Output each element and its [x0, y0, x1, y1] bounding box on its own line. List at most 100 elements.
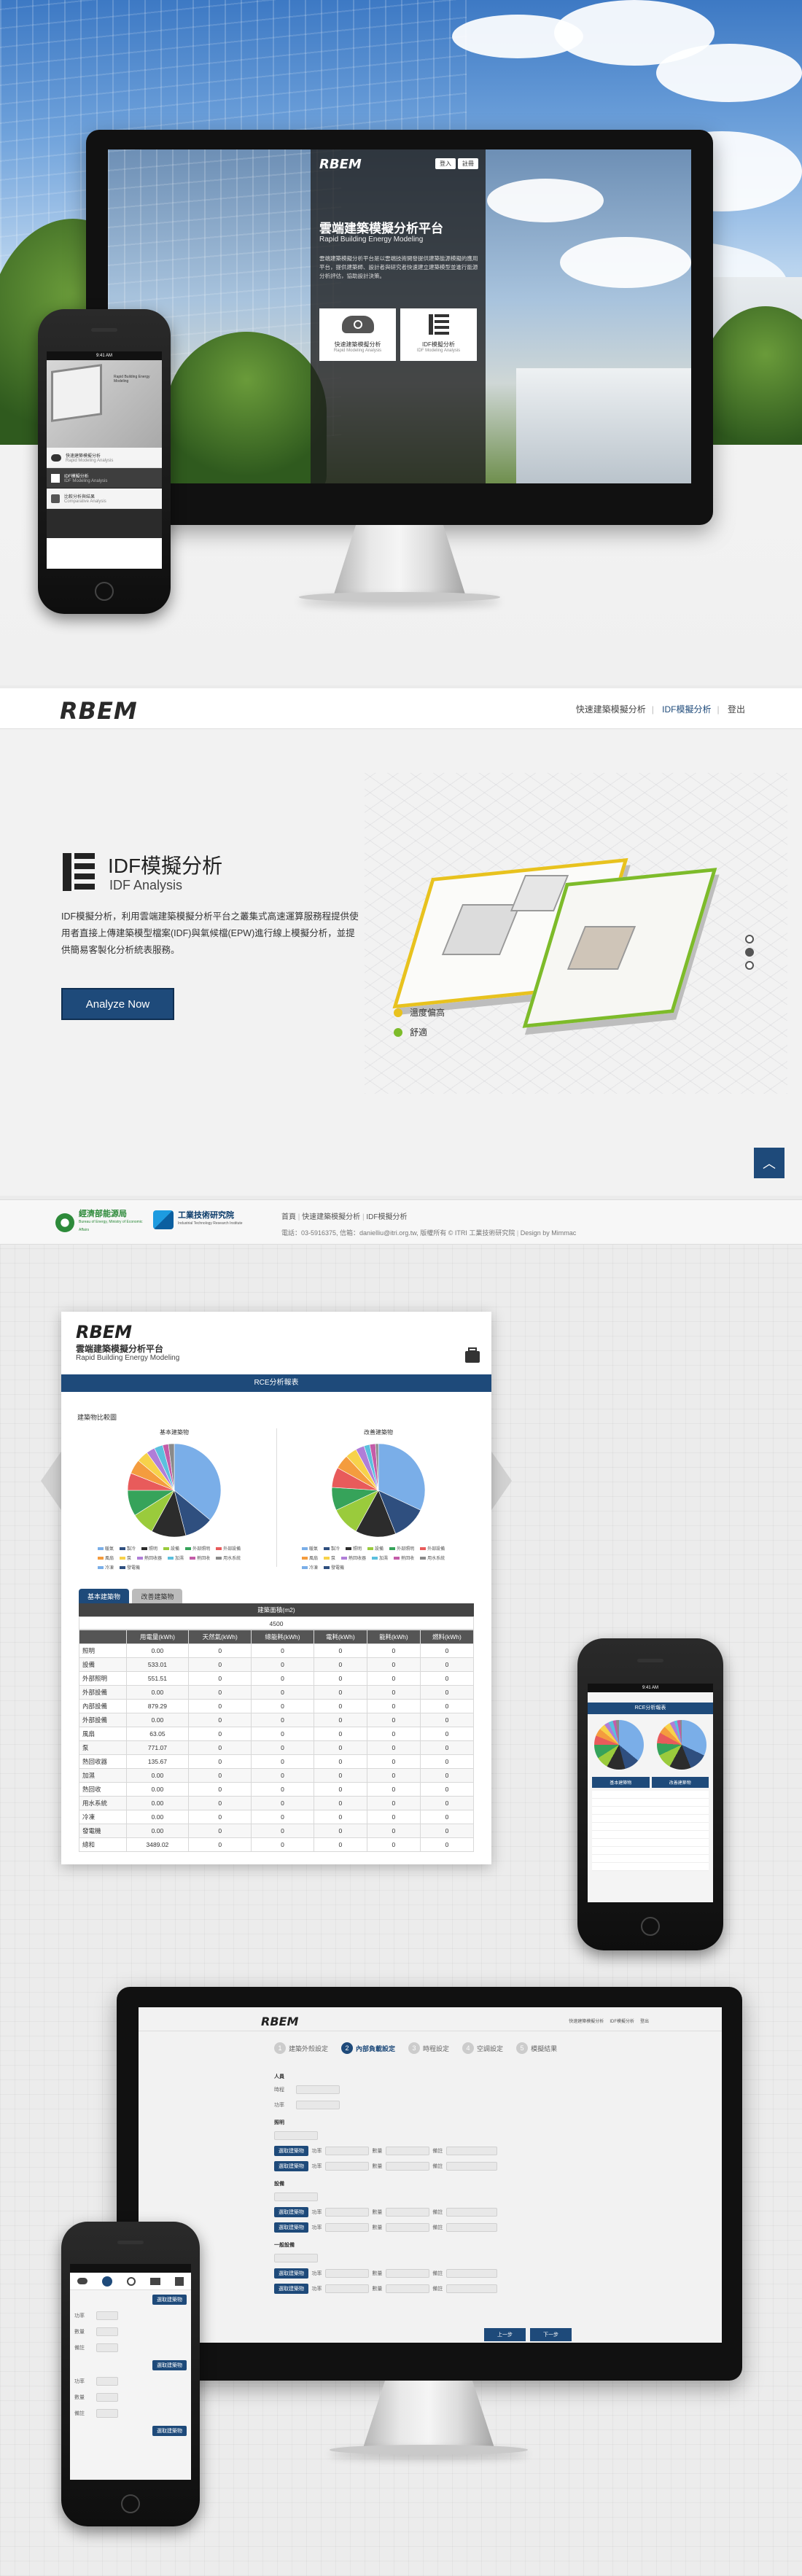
carousel-dot-active[interactable] — [745, 948, 754, 957]
org-logo-itri[interactable]: 工業技術研究院 Industrial Technology Research I… — [153, 1210, 251, 1229]
hero-lang-buttons: 登入 註冊 — [435, 158, 478, 169]
wizard-link-idf[interactable]: IDF模擬分析 — [610, 2017, 634, 2024]
pie-right-title: 改善建築物 — [364, 1429, 393, 1436]
login-button[interactable]: 登入 — [435, 158, 456, 169]
prev-step-button[interactable]: 上一步 — [484, 2328, 526, 2341]
phone-menu-item-rapid[interactable]: 快速建築模擬分析 Rapid Modeling Analysis — [47, 448, 162, 468]
field-input[interactable] — [445, 2146, 497, 2155]
select-building-button[interactable]: 選取建築物 — [274, 2160, 308, 2171]
legend-swatch — [324, 1556, 330, 1560]
field-input[interactable] — [385, 2161, 429, 2171]
hero-tile-idf[interactable]: IDF模擬分析 IDF Modeling Analysis — [400, 308, 477, 361]
field-input[interactable] — [385, 2268, 429, 2278]
wizard-link-rapid[interactable]: 快速建築模擬分析 — [569, 2017, 604, 2024]
footer-link-home[interactable]: 首頁 — [281, 1213, 296, 1221]
field-input[interactable] — [445, 2284, 497, 2293]
field-input[interactable] — [385, 2207, 429, 2217]
step-number[interactable]: 2 — [341, 2042, 354, 2054]
field-input[interactable] — [96, 2311, 118, 2320]
carousel-dot[interactable] — [745, 961, 754, 970]
report-section-label: 建築物比較圖 — [77, 1414, 117, 1421]
field-input[interactable] — [324, 2284, 369, 2293]
step-icon-active[interactable] — [102, 2276, 112, 2287]
nav-link-logout[interactable]: 登出 — [722, 704, 751, 715]
field-select[interactable] — [274, 2131, 318, 2140]
table-cell: 0 — [366, 1713, 421, 1727]
mobile-tab-basic[interactable]: 基本建築物 — [592, 1777, 650, 1788]
legend-swatch — [302, 1556, 308, 1560]
field-input[interactable] — [445, 2222, 497, 2232]
analyze-now-button[interactable]: Analyze Now — [61, 988, 174, 1020]
phone-menu-item-idf[interactable]: IDF模擬分析 IDF Modeling Analysis — [47, 468, 162, 489]
iphone-screen: 9:41 AM Rapid Building Energy Modeling 快… — [47, 351, 162, 569]
tab-improved[interactable]: 改善建築物 — [132, 1589, 183, 1604]
row-label: 泵 — [79, 1740, 127, 1755]
select-building-button[interactable]: 選取建築物 — [274, 2222, 308, 2233]
field-input[interactable] — [96, 2376, 118, 2386]
back-to-top-button[interactable]: ︿ — [754, 1148, 785, 1178]
field-input[interactable] — [324, 2207, 369, 2217]
phone-menu-item-compare[interactable]: 比較分析與結果 Comparative Analysis — [47, 489, 162, 509]
table-header-cell: 總能耗(kWh) — [251, 1630, 314, 1644]
carousel-dot[interactable] — [745, 935, 754, 943]
footer-link-idf[interactable]: IDF模擬分析 — [366, 1213, 407, 1221]
field-input[interactable] — [324, 2268, 369, 2278]
nav-link-rapid[interactable]: 快速建築模擬分析 — [570, 704, 652, 715]
result-icon[interactable] — [175, 2276, 184, 2286]
table-row: 發電機 0.00 0 0 0 0 0 — [79, 1824, 475, 1838]
slider-next-button[interactable] — [488, 1447, 512, 1514]
field-select[interactable] — [274, 2253, 318, 2262]
brand-logo[interactable]: RBEM — [60, 697, 138, 725]
field-input[interactable] — [324, 2222, 369, 2232]
tile-label: 快速建築模擬分析 — [334, 341, 381, 348]
step-label: 時程設定 — [423, 2044, 450, 2052]
field-input[interactable] — [324, 2146, 369, 2155]
table-cell: 0 — [366, 1685, 421, 1700]
step-number[interactable]: 3 — [408, 2042, 421, 2054]
field-input[interactable] — [96, 2408, 118, 2418]
cloud-icon[interactable] — [77, 2278, 87, 2284]
nav-link-idf[interactable]: IDF模擬分析 — [656, 704, 717, 715]
wizard-link-logout[interactable]: 登出 — [640, 2017, 649, 2024]
field-input[interactable] — [385, 2222, 429, 2232]
select-building-button[interactable]: 選取建築物 — [274, 2206, 308, 2217]
hero-tile-rapid[interactable]: 快速建築模擬分析 Rapid Modeling Analysis — [319, 308, 396, 361]
select-building-button[interactable]: 選取建築物 — [274, 2268, 308, 2279]
field-input[interactable] — [296, 2100, 340, 2109]
schedule-icon[interactable] — [127, 2276, 136, 2286]
register-button[interactable]: 註冊 — [458, 158, 478, 169]
footer-link-rapid[interactable]: 快速建築模擬分析 — [302, 1213, 360, 1221]
field-input[interactable] — [445, 2268, 497, 2278]
mobile-select-building-button[interactable]: 選取建築物 — [152, 2426, 187, 2436]
hvac-icon[interactable] — [150, 2277, 160, 2285]
field-input[interactable] — [445, 2161, 497, 2171]
field-input[interactable] — [445, 2207, 497, 2217]
select-building-button[interactable]: 選取建築物 — [274, 2145, 308, 2156]
field-select[interactable] — [274, 2192, 318, 2201]
step-number[interactable]: 5 — [516, 2042, 529, 2054]
mobile-select-building-button[interactable]: 選取建築物 — [152, 2360, 187, 2370]
field-input[interactable] — [324, 2161, 369, 2171]
table-row: 內部設備 879.29 0 0 0 0 0 — [79, 1699, 475, 1713]
field-input[interactable] — [385, 2284, 429, 2293]
field-input[interactable] — [96, 2392, 118, 2402]
org-logo-energy[interactable]: 經濟部能源局 Bureau of Energy, Ministry of Eco… — [55, 1210, 152, 1234]
legend-entry: 風扇 — [98, 1554, 114, 1561]
table-cell: 879.29 — [125, 1699, 190, 1713]
select-building-button[interactable]: 選取建築物 — [274, 2283, 308, 2294]
pie-chart-svg — [127, 1443, 222, 1538]
mobile-wizard-icons — [70, 2273, 191, 2290]
field-input[interactable] — [96, 2327, 118, 2336]
field-input[interactable] — [385, 2146, 429, 2155]
field-input[interactable] — [96, 2343, 118, 2352]
print-icon[interactable] — [465, 1347, 480, 1363]
field-input[interactable] — [296, 2085, 340, 2094]
step-number[interactable]: 4 — [462, 2042, 475, 2054]
step-number[interactable]: 1 — [274, 2042, 286, 2054]
mobile-tab-improved[interactable]: 改善建築物 — [651, 1777, 709, 1788]
tab-basic[interactable]: 基本建築物 — [79, 1589, 130, 1604]
table-row: 外部照明 551.51 0 0 0 0 0 — [79, 1671, 475, 1686]
wizard-brand[interactable]: RBEM — [261, 2015, 298, 2028]
mobile-select-building-button[interactable]: 選取建築物 — [152, 2295, 187, 2305]
next-step-button[interactable]: 下一步 — [530, 2328, 572, 2341]
